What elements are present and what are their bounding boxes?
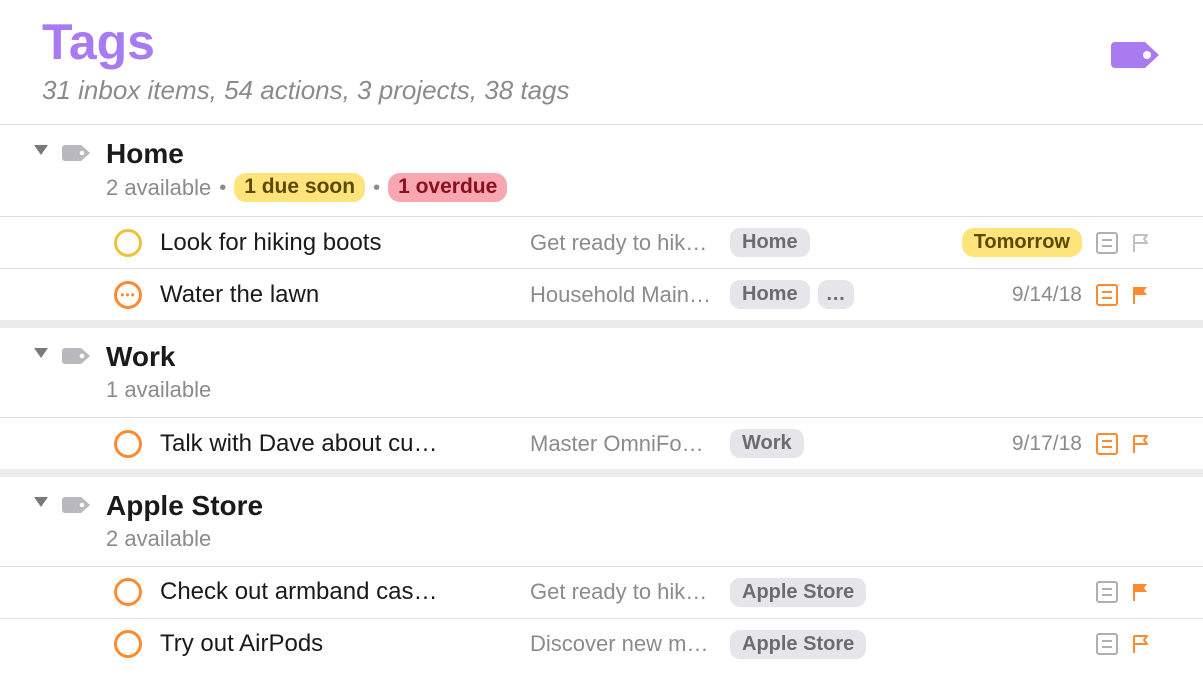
flag-icon[interactable] [1130, 633, 1152, 655]
tag-group-home: Home 2 available • 1 due soon • 1 overdu… [0, 125, 1203, 321]
separator-dot: • [373, 178, 380, 198]
group-title: Apple Store [106, 491, 1161, 522]
task-tags: Apple Store [730, 630, 960, 659]
available-count: 1 available [106, 377, 211, 403]
group-meta: 1 available [106, 377, 1161, 403]
group-meta: 2 available [106, 526, 1161, 552]
task-due: 9/14/18 [960, 283, 1090, 307]
note-icon[interactable] [1096, 433, 1118, 455]
page-title: Tags [42, 16, 1161, 69]
status-circle-icon[interactable] [114, 229, 142, 257]
task-row[interactable]: Talk with Dave about cu… Master OmniFo… … [0, 417, 1203, 469]
task-project: Get ready to hik… [530, 579, 730, 605]
chevron-down-icon[interactable] [34, 145, 48, 155]
task-project: Household Main… [530, 282, 730, 308]
tag-icon [62, 143, 92, 163]
status-circle-icon[interactable] [114, 578, 142, 606]
group-header[interactable]: Home 2 available • 1 due soon • 1 overdu… [0, 125, 1203, 217]
task-row[interactable]: Try out AirPods Discover new m… Apple St… [0, 618, 1203, 670]
note-icon[interactable] [1096, 633, 1118, 655]
separator-dot: • [219, 178, 226, 198]
task-due: Tomorrow [960, 228, 1090, 257]
task-title: Water the lawn [160, 281, 530, 309]
chevron-down-icon[interactable] [34, 348, 48, 358]
note-icon[interactable] [1096, 232, 1118, 254]
task-project: Get ready to hik… [530, 230, 730, 256]
flag-icon[interactable] [1130, 284, 1152, 306]
task-title: Check out armband cas… [160, 578, 530, 606]
tag-icon [1111, 38, 1163, 72]
task-tags: Work [730, 429, 960, 458]
overdue-badge: 1 overdue [388, 173, 507, 202]
tag-icon [62, 495, 92, 515]
group-title: Work [106, 342, 1161, 373]
task-row[interactable]: Check out armband cas… Get ready to hik…… [0, 566, 1203, 618]
tag-pill[interactable]: Home [730, 280, 810, 309]
due-soon-badge: 1 due soon [234, 173, 365, 202]
chevron-down-icon[interactable] [34, 497, 48, 507]
page-subtitle: 31 inbox items, 54 actions, 3 projects, … [42, 75, 1161, 106]
tag-overflow-pill[interactable]: … [818, 280, 854, 309]
task-project: Master OmniFo… [530, 431, 730, 457]
task-title: Talk with Dave about cu… [160, 430, 530, 458]
tag-pill[interactable]: Home [730, 228, 810, 257]
page-header: Tags 31 inbox items, 54 actions, 3 proje… [0, 0, 1203, 124]
task-project: Discover new m… [530, 631, 730, 657]
task-title: Try out AirPods [160, 630, 530, 658]
note-icon[interactable] [1096, 284, 1118, 306]
task-tags: Apple Store [730, 578, 960, 607]
tag-pill[interactable]: Work [730, 429, 804, 458]
flag-icon[interactable] [1130, 232, 1152, 254]
available-count: 2 available [106, 175, 211, 201]
task-tags: Home [730, 228, 960, 257]
status-circle-icon[interactable] [114, 630, 142, 658]
status-circle-icon[interactable] [114, 430, 142, 458]
tag-pill[interactable]: Apple Store [730, 578, 866, 607]
repeat-dots-icon: ••• [120, 289, 136, 301]
status-circle-icon[interactable]: ••• [114, 281, 142, 309]
task-tags: Home … [730, 280, 960, 309]
note-icon[interactable] [1096, 581, 1118, 603]
flag-icon[interactable] [1130, 433, 1152, 455]
task-due: 9/17/18 [960, 432, 1090, 456]
flag-icon[interactable] [1130, 581, 1152, 603]
tag-pill[interactable]: Apple Store [730, 630, 866, 659]
tag-group-apple-store: Apple Store 2 available Check out armban… [0, 469, 1203, 670]
group-title: Home [106, 139, 1161, 170]
tag-group-work: Work 1 available Talk with Dave about cu… [0, 320, 1203, 469]
task-row[interactable]: Look for hiking boots Get ready to hik… … [0, 216, 1203, 268]
task-title: Look for hiking boots [160, 229, 530, 257]
group-header[interactable]: Apple Store 2 available [0, 477, 1203, 566]
available-count: 2 available [106, 526, 211, 552]
group-header[interactable]: Work 1 available [0, 328, 1203, 417]
tag-icon [62, 346, 92, 366]
group-meta: 2 available • 1 due soon • 1 overdue [106, 173, 1161, 202]
due-pill: Tomorrow [962, 228, 1082, 257]
task-row[interactable]: ••• Water the lawn Household Main… Home … [0, 268, 1203, 320]
